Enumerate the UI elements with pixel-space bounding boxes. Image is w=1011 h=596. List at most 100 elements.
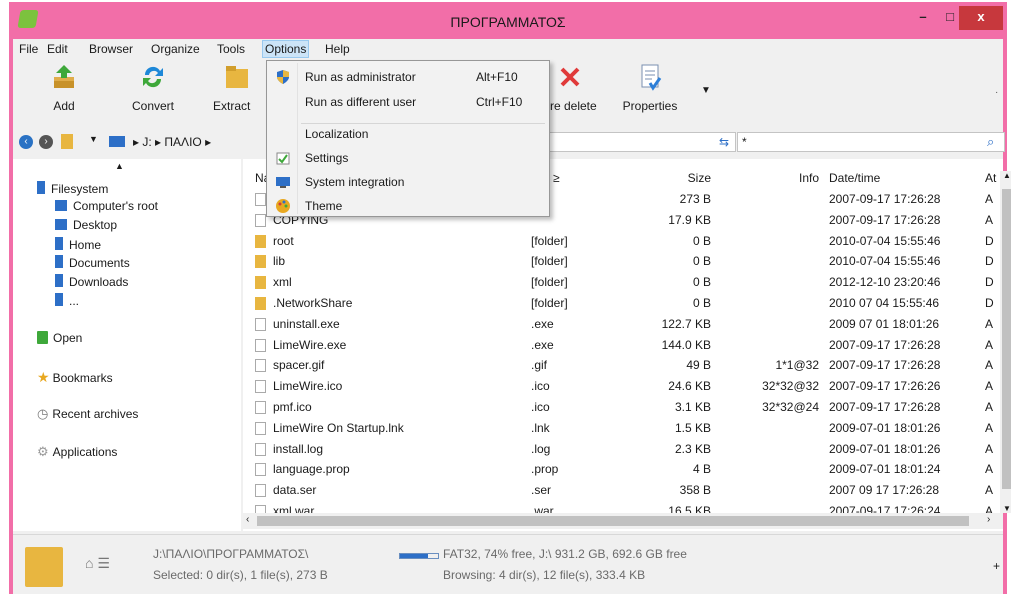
tree-computers-root[interactable]: Computer's root (55, 199, 158, 213)
table-row[interactable]: uninstall.exe .exe 122.7 KB 2009 07 01 18:0… (243, 314, 993, 335)
menu-localization[interactable]: Localization (267, 123, 549, 145)
add-button[interactable]: Add (29, 63, 99, 113)
tree-filesystem[interactable]: Filesystem (37, 181, 108, 196)
menu-help[interactable]: Help (325, 42, 350, 56)
menu-file[interactable]: File (19, 42, 38, 56)
table-row[interactable]: LimeWire.ico .ico 24.6 KB 32*32@32 2007-09-1… (243, 376, 993, 397)
bookmarks-label: Bookmarks (52, 371, 113, 385)
column-info-header[interactable]: Info (783, 171, 819, 185)
cell-attr: A (985, 337, 994, 352)
menu-browser[interactable]: Browser (89, 42, 133, 56)
menu-settings[interactable]: Settings (267, 147, 549, 169)
table-row[interactable]: language.prop .prop 4 B 2009-07-01 18:01:24… (243, 459, 993, 480)
address-path[interactable]: ▸ J: ▸ ΠΑΛΙΟ ▸ (133, 135, 211, 149)
tree-documents-label: Documents (69, 256, 130, 270)
history-dropdown-icon[interactable]: ▼ (89, 134, 98, 144)
tree-downloads[interactable]: Downloads (55, 274, 128, 289)
computer-icon (55, 200, 67, 211)
table-row[interactable]: spacer.gif .gif 49 B 1*1@32 2007-09-17 17:26… (243, 355, 993, 376)
properties-button[interactable]: Properties (613, 63, 687, 113)
collapse-arrow-icon[interactable]: ▲ (115, 161, 124, 171)
tree-documents[interactable]: Documents (55, 255, 130, 270)
open-link[interactable]: Open (37, 331, 82, 345)
cell-type: [folder] (531, 254, 568, 269)
column-type-header[interactable]: ≥ (553, 171, 560, 185)
window-title: ΠΡΟΓΡΑΜΜΑΤΟΣ (450, 14, 566, 30)
table-row[interactable]: .NetworkShare [folder] 0 B 2010 07 04 15:55… (243, 293, 994, 314)
menu-run-as-different-user[interactable]: Run as different user Ctrl+F10 (267, 91, 549, 113)
column-date-header[interactable]: Date/time (829, 171, 880, 185)
menu-organize[interactable]: Organize (151, 42, 200, 56)
table-row[interactable]: LimeWire On Startup.lnk .lnk 1.5 KB 2009-07… (243, 418, 993, 439)
menu-options[interactable]: Options (262, 40, 310, 58)
cell-attr: D (985, 254, 994, 269)
search-icon[interactable]: ⌕ (987, 134, 994, 150)
recent-archives-link[interactable]: ◷ Recent archives (37, 406, 138, 422)
tree-more[interactable]: ... (55, 293, 79, 308)
convert-label: Convert (131, 99, 175, 113)
toolbar-more-arrow-icon[interactable]: ▼ (701, 85, 711, 96)
cell-name: root (273, 233, 294, 248)
tree-filesystem-label: Filesystem (51, 182, 109, 196)
folder-icon (255, 297, 266, 310)
menu-theme[interactable]: Theme (267, 195, 549, 217)
horizontal-scrollbar[interactable]: ‹ › (243, 513, 1003, 529)
address-input[interactable]: ⇆ (548, 132, 736, 152)
cell-name: install.log (273, 441, 324, 456)
go-icon[interactable]: ⇆ (719, 135, 729, 149)
menu-edit[interactable]: Edit (47, 42, 68, 56)
cell-size: 122.7 KB (661, 316, 711, 331)
file-icon (255, 380, 266, 394)
table-row[interactable]: install.log .log 2.3 KB 2009-07-01 18:01:26… (243, 439, 993, 460)
column-size-header[interactable]: Size (673, 171, 711, 185)
table-row[interactable]: lib [folder] 0 B 2010-07-04 15:55:46 D (243, 251, 994, 272)
table-row[interactable]: xml [folder] 0 B 2012-12-10 23:20:46 D (243, 272, 994, 293)
toolbar-overflow-icon[interactable]: · (995, 87, 998, 98)
status-path: J:\ΠΑΛΙΟ\ΠΡΟΓΡΑΜΜΑΤΟΣ\ (153, 547, 309, 561)
table-row[interactable]: data.ser .ser 358 B 2007 09 17 17:26:28 A (243, 480, 993, 501)
table-row[interactable]: LimeWire.exe .exe 144.0 KB 2007-09-17 17:26… (243, 335, 993, 356)
tree-home[interactable]: Home (55, 237, 101, 252)
applications-link[interactable]: ⚙ Applications (37, 444, 117, 460)
vertical-scroll-thumb[interactable] (1002, 189, 1011, 489)
cell-size: 2.3 KB (674, 441, 711, 456)
cell-size: 144.0 KB (661, 337, 711, 352)
tree-desktop[interactable]: Desktop (55, 218, 117, 232)
tree-more-label: ... (69, 294, 80, 308)
computer-icon[interactable] (109, 136, 125, 147)
scroll-right-icon[interactable]: › (987, 514, 990, 525)
up-folder-icon[interactable] (61, 134, 73, 149)
menu-tools[interactable]: Tools (217, 42, 245, 56)
properties-label: Properties (622, 99, 678, 113)
vertical-scrollbar[interactable]: ▲ ▼ (1000, 171, 1011, 513)
back-icon[interactable]: ‹ (19, 135, 33, 149)
column-attr-header[interactable]: At (985, 171, 996, 185)
cell-size: 49 B (686, 358, 711, 373)
table-row[interactable]: pmf.ico .ico 3.1 KB 32*32@24 2007-09-17 17:2… (243, 397, 993, 418)
scroll-left-icon[interactable]: ‹ (246, 514, 249, 525)
scroll-up-icon[interactable]: ▲ (1003, 171, 1011, 180)
file-icon (255, 213, 266, 227)
table-row[interactable]: root [folder] 0 B 2010-07-04 15:55:46 D (243, 231, 994, 252)
extract-button[interactable]: Extract (201, 63, 261, 113)
status-expand-icon[interactable]: + (993, 559, 1000, 573)
properties-icon (641, 64, 662, 91)
bookmarks-link[interactable]: ★ Bookmarks (37, 369, 113, 386)
cell-type: [folder] (531, 233, 568, 248)
cell-info: 1*1@32 (775, 358, 819, 373)
menu-run-as-admin[interactable]: Run as administrator Alt+F10 (267, 66, 549, 88)
minimize-button[interactable]: – (908, 6, 938, 30)
horizontal-scroll-thumb[interactable] (257, 516, 969, 526)
cell-attr: A (985, 483, 994, 498)
close-button[interactable]: x (959, 6, 1003, 30)
tree-home-label: Home (69, 238, 102, 252)
view-details-icon[interactable]: ⌂ ☰ (85, 555, 110, 572)
cell-date: 2012-12-10 23:20:46 (829, 275, 941, 290)
file-icon (255, 317, 266, 331)
forward-icon[interactable]: › (39, 135, 53, 149)
scroll-down-icon[interactable]: ▼ (1003, 504, 1011, 513)
convert-button[interactable]: Convert (118, 63, 188, 113)
star-icon: ★ (37, 369, 50, 385)
menu-system-integration[interactable]: System integration (267, 171, 549, 193)
filter-input[interactable]: * (737, 132, 1005, 152)
